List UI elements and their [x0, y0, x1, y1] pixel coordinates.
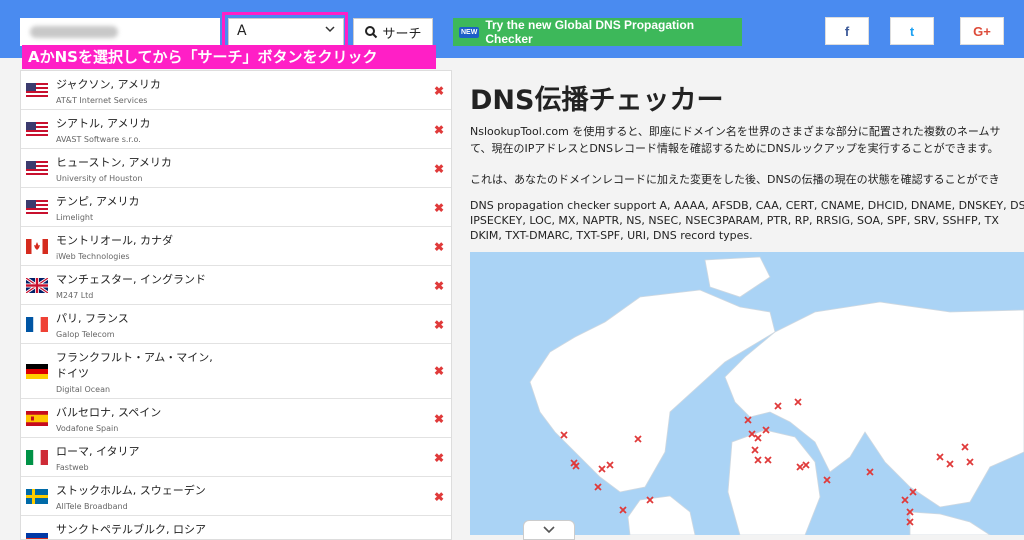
search-icon: [365, 26, 378, 39]
x-icon: ✖: [434, 490, 445, 504]
server-marker-icon: [901, 496, 909, 504]
server-row: テンピ, アメリカ Limelight ✖: [21, 188, 451, 227]
chevron-down-icon: [543, 526, 555, 534]
server-marker-icon: [823, 476, 831, 484]
search-button[interactable]: サーチ: [353, 18, 433, 46]
server-location: ヒューストン, アメリカ: [56, 156, 172, 169]
server-location: ジャクソン, アメリカ: [56, 78, 161, 91]
server-row: フランクフルト・アム・マイン, ドイツ Digital Ocean ✖: [21, 344, 451, 399]
indonesia-landmass: [909, 511, 991, 535]
flag-it-icon: [26, 450, 48, 465]
server-isp: Fastweb: [56, 463, 89, 472]
page-title: DNS伝播チェッカー: [470, 85, 724, 116]
server-location: パリ, フランス: [56, 312, 129, 325]
world-map: [470, 252, 1024, 535]
flag-ca-icon: [26, 239, 48, 254]
south-america-landmass: [627, 495, 696, 535]
x-icon: ✖: [434, 318, 445, 332]
server-marker-icon: [594, 483, 602, 491]
server-row: ローマ, イタリア Fastweb ✖: [21, 438, 451, 477]
x-icon: ✖: [434, 451, 445, 465]
server-row: ヒューストン, アメリカ University of Houston ✖: [21, 149, 451, 188]
greenland-landmass: [704, 256, 771, 298]
server-isp: AT&T Internet Services: [56, 96, 148, 105]
server-location: シアトル, アメリカ: [56, 117, 151, 130]
record-types-line-1: DNS propagation checker support A, AAAA,…: [470, 199, 1024, 212]
flag-us-icon: [26, 161, 48, 176]
server-row: モントリオール, カナダ iWeb Technologies ✖: [21, 227, 451, 266]
server-isp: AVAST Software s.r.o.: [56, 135, 141, 144]
search-button-label: サーチ: [382, 26, 422, 42]
server-row: ストックホルム, スウェーデン AllTele Broadband ✖: [21, 477, 451, 516]
google-plus-button[interactable]: G+: [960, 17, 1004, 45]
twitter-button[interactable]: t: [890, 17, 934, 45]
flag-us-icon: [26, 200, 48, 215]
promo-label: Try the new Global DNS Propagation Check…: [485, 18, 695, 46]
x-icon: ✖: [434, 84, 445, 98]
server-marker-icon: [619, 506, 627, 514]
server-location: バルセロナ, スペイン: [56, 406, 162, 419]
server-location: ローマ, イタリア: [56, 445, 140, 458]
record-types-line-3: DKIM, TXT-DMARC, TXT-SPF, URI, DNS recor…: [470, 229, 753, 242]
record-type-value: A: [237, 23, 247, 39]
server-marker-icon: [866, 468, 874, 476]
collapse-map-button[interactable]: [523, 520, 575, 540]
flag-us-icon: [26, 122, 48, 137]
server-row: マンチェスター, イングランド M247 Ltd ✖: [21, 266, 451, 305]
server-location: テンピ, アメリカ: [56, 195, 140, 208]
x-icon: ✖: [434, 123, 445, 137]
record-type-select[interactable]: A: [228, 18, 344, 46]
server-list: ジャクソン, アメリカ AT&T Internet Services ✖ シアトル, …: [20, 70, 452, 540]
chevron-down-icon: [325, 26, 335, 33]
x-icon: ✖: [434, 279, 445, 293]
x-icon: ✖: [434, 162, 445, 176]
facebook-button[interactable]: f: [825, 17, 869, 45]
x-icon: ✖: [434, 364, 445, 378]
instruction-callout: AかNSを選択してから「サーチ」ボタンをクリック: [22, 45, 436, 69]
server-isp: Galop Telecom: [56, 330, 115, 339]
facebook-icon: f: [844, 23, 850, 39]
twitter-icon: t: [909, 23, 915, 39]
server-isp: Digital Ocean: [56, 385, 111, 394]
flag-de-icon: [26, 364, 48, 379]
server-row: バルセロナ, スペイン Vodafone Spain ✖: [21, 399, 451, 438]
new-badge: NEW: [459, 26, 480, 38]
server-location: サンクトペテルブルク, ロシア: [56, 523, 206, 536]
server-marker-icon: [744, 416, 752, 424]
flag-us-icon: [26, 83, 48, 98]
server-row: ジャクソン, アメリカ AT&T Internet Services ✖: [21, 71, 451, 110]
server-isp: University of Houston: [56, 174, 143, 183]
intro-line-1: NslookupTool.com を使用すると、即座にドメイン名を世界のさまざま…: [470, 125, 1001, 138]
record-types-line-2: IPSECKEY, LOC, MX, NAPTR, NS, NSEC, NSEC…: [470, 214, 999, 227]
server-isp: Vodafone Spain: [56, 424, 119, 433]
server-location: フランクフルト・アム・マイン, ドイツ: [56, 351, 213, 380]
server-isp: AllTele Broadband: [56, 502, 128, 511]
server-marker-icon: [909, 488, 917, 496]
flag-uk-icon: [26, 278, 48, 293]
x-icon: ✖: [434, 240, 445, 254]
intro-line-2: て、現在のIPアドレスとDNSレコード情報を確認するためにDNSルックアップを実…: [470, 142, 999, 155]
server-row: パリ, フランス Galop Telecom ✖: [21, 305, 451, 344]
flag-es-icon: [26, 411, 48, 426]
africa-landmass: [727, 429, 821, 535]
server-row: サンクトペテルブルク, ロシア: [21, 516, 451, 539]
x-icon: ✖: [434, 201, 445, 215]
server-isp: iWeb Technologies: [56, 252, 130, 261]
flag-fr-icon: [26, 317, 48, 332]
server-isp: Limelight: [56, 213, 94, 222]
x-icon: ✖: [434, 412, 445, 426]
flag-ru-icon: [26, 528, 48, 539]
server-location: モントリオール, カナダ: [56, 234, 173, 247]
promo-button[interactable]: NEW Try the new Global DNS Propagation C…: [453, 18, 742, 46]
google-plus-icon: G+: [973, 23, 991, 39]
server-row: シアトル, アメリカ AVAST Software s.r.o. ✖: [21, 110, 451, 149]
flag-se-icon: [26, 489, 48, 504]
server-location: マンチェスター, イングランド: [56, 273, 206, 286]
blurred-domain: [30, 26, 118, 38]
server-location: ストックホルム, スウェーデン: [56, 484, 206, 497]
world-map-graphic: [529, 256, 1024, 535]
server-isp: M247 Ltd: [56, 291, 94, 300]
intro-paragraph-2: これは、あなたのドメインレコードに加えた変更をした後、DNSの伝播の現在の状態を…: [470, 173, 1000, 186]
